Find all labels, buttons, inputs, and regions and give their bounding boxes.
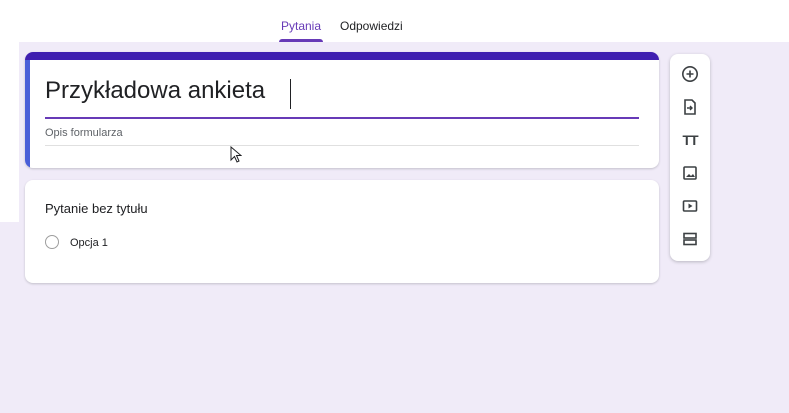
description-underline (45, 145, 639, 146)
question-card[interactable] (25, 180, 659, 283)
left-panel (0, 42, 19, 222)
option-label-1[interactable]: Opcja 1 (70, 237, 108, 249)
text-caret (290, 79, 291, 109)
floating-toolbar: TT (670, 54, 710, 261)
add-video-icon[interactable] (680, 196, 700, 216)
radio-option-1[interactable] (45, 235, 59, 249)
add-image-icon[interactable] (680, 163, 700, 183)
form-header-card[interactable] (25, 52, 659, 168)
tab-questions[interactable]: Pytania (279, 0, 324, 42)
add-question-icon[interactable] (680, 64, 700, 84)
tab-responses[interactable]: Odpowiedzi (340, 0, 403, 42)
top-bar: Pytania Odpowiedzi (0, 0, 789, 42)
tab-questions-label: Pytania (281, 19, 322, 33)
add-section-icon[interactable] (680, 229, 700, 249)
header-color-band (25, 52, 659, 60)
active-card-indicator (25, 60, 30, 168)
add-title-icon[interactable]: TT (680, 130, 700, 150)
question-title[interactable]: Pytanie bez tytułu (45, 201, 148, 216)
tab-responses-label: Odpowiedzi (340, 19, 403, 33)
form-description-input[interactable]: Opis formularza (45, 127, 123, 139)
active-tab-indicator (279, 39, 324, 42)
import-questions-icon[interactable] (680, 97, 700, 117)
title-underline (45, 117, 639, 119)
mouse-pointer-icon (230, 146, 242, 163)
form-title-input[interactable]: Przykładowa ankieta (45, 77, 265, 105)
